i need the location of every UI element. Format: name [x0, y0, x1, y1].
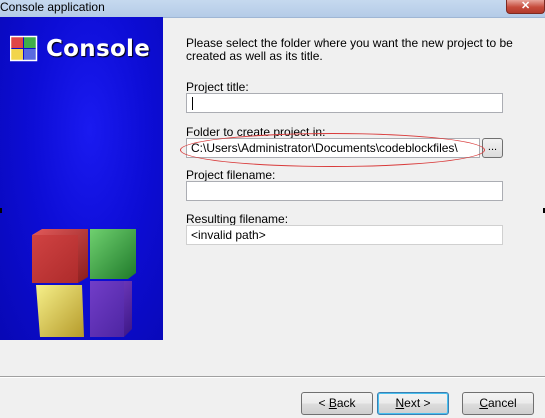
project-filename-label: Project filename: [186, 168, 276, 182]
folder-label: Folder to create project in: [186, 125, 326, 139]
cancel-button[interactable]: Cancel [462, 392, 534, 415]
banner-title: Console [46, 36, 151, 62]
cubes-graphic-icon [32, 229, 136, 337]
project-title-input[interactable] [186, 93, 503, 113]
project-filename-input[interactable] [186, 181, 503, 201]
project-title-label: Project title: [186, 80, 249, 94]
folder-input[interactable]: C:\Users\Administrator\Documents\codeblo… [186, 138, 480, 158]
footer-separator [0, 376, 545, 378]
resulting-filename-field: <invalid path> [186, 225, 503, 245]
resulting-filename-label: Resulting filename: [186, 212, 289, 226]
close-icon: ✕ [521, 0, 531, 12]
wizard-banner: Console [0, 17, 163, 340]
title-bar[interactable]: Console application ✕ [0, 0, 545, 18]
intro-text: Please select the folder where you want … [186, 36, 513, 63]
back-button[interactable]: < Back [301, 392, 373, 415]
close-button[interactable]: ✕ [506, 0, 545, 14]
window-title: Console application [0, 0, 105, 14]
left-edge-mark [0, 208, 2, 213]
text-caret [192, 97, 193, 110]
next-button[interactable]: Next > [377, 392, 449, 415]
browse-button[interactable]: ... [482, 138, 503, 158]
codeblocks-logo-icon [10, 35, 38, 62]
